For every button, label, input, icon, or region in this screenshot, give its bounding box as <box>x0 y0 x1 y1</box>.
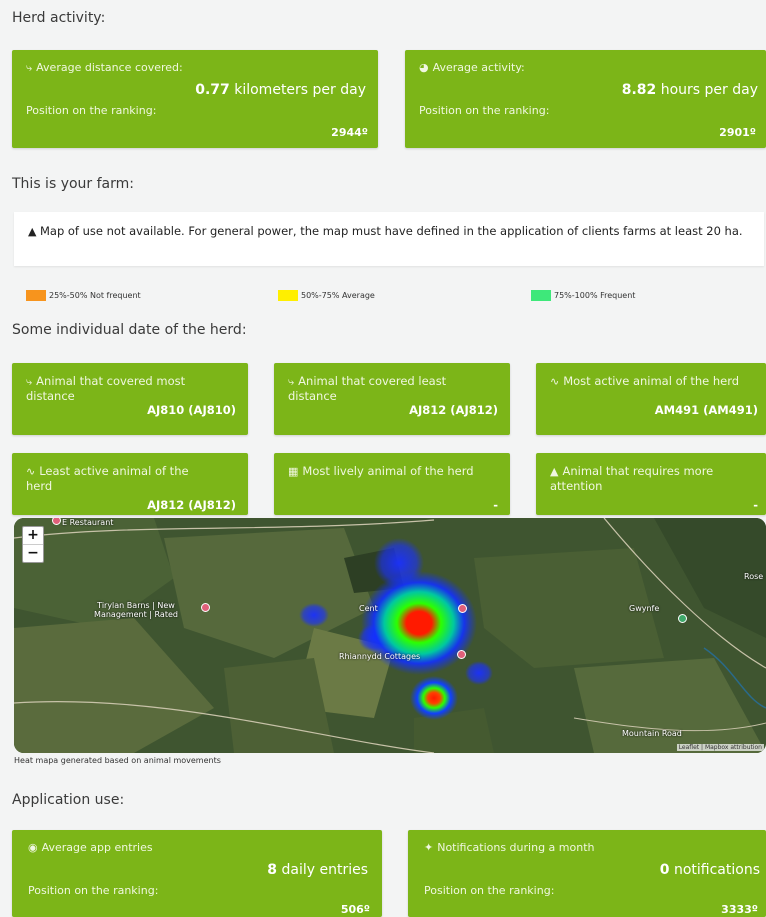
avg-activity-unit: hours per day <box>660 82 758 98</box>
bell-icon: ✦ <box>424 841 434 854</box>
card-title: Animal that covered least distance <box>288 374 447 403</box>
individual-card-most-lively: ▦ Most lively animal of the herd - <box>274 453 510 515</box>
satellite-map-image <box>14 518 766 753</box>
map-pin-icon[interactable] <box>678 614 687 623</box>
distance-icon: ⤷ <box>26 375 33 388</box>
app-entries-card: ◉ Average app entries 8 daily entries Pos… <box>12 830 382 917</box>
card-value: - <box>753 498 758 512</box>
map-label: Rhiannydd Cottages <box>339 652 421 661</box>
map-icon: ▦ <box>288 465 299 478</box>
notifications-ranking-label: Position on the ranking: <box>424 884 555 897</box>
legend-label: 25%-50% Not frequent <box>49 291 141 300</box>
avg-distance-ranking: 2944º <box>331 126 368 139</box>
individual-card-least-distance: ⤷ Animal that covered least distance AJ81… <box>274 363 510 435</box>
avg-activity-ranking-label: Position on the ranking: <box>419 104 550 117</box>
distance-icon: ⤷ <box>26 61 33 74</box>
legend-swatch-yellow <box>278 290 298 301</box>
card-value: AJ812 (AJ812) <box>409 403 498 417</box>
legend-swatch-orange <box>26 290 46 301</box>
card-value: - <box>493 498 498 512</box>
card-title: Animal that requires more attention <box>550 464 714 493</box>
legend-not-frequent: 25%-50% Not frequent <box>26 290 141 301</box>
heat-map-caption: Heat mapa generated based on animal move… <box>14 756 221 765</box>
card-title: Least active animal of the herd <box>26 464 189 493</box>
section-title-farm: This is your farm: <box>12 176 134 192</box>
card-value: AM491 (AM491) <box>654 403 758 417</box>
heat-map[interactable]: + − E Restaurant Tirylan Barns | New Man… <box>14 518 766 753</box>
app-entries-value: 8 <box>267 862 278 878</box>
activity-icon: ∿ <box>550 375 560 388</box>
map-label: Tirylan Barns | New Management | Rated <box>94 601 178 619</box>
notice-text: Map of use not available. For general po… <box>39 224 743 238</box>
avg-distance-card: ⤷ Average distance covered: 0.77 kilomete… <box>12 50 378 148</box>
individual-card-most-distance: ⤷ Animal that covered most distance AJ810… <box>12 363 248 435</box>
map-pin-icon[interactable] <box>201 603 210 612</box>
legend-label: 75%-100% Frequent <box>554 291 636 300</box>
map-label: Cent <box>359 604 378 613</box>
avg-activity-ranking: 2901º <box>719 126 756 139</box>
legend-average: 50%-75% Average <box>278 290 375 301</box>
eye-icon: ◉ <box>28 841 38 854</box>
activity-icon: ∿ <box>26 465 36 478</box>
avg-activity-card: ◕ Average activity: 8.82 hours per day Po… <box>405 50 766 148</box>
zoom-out-button[interactable]: − <box>23 544 43 562</box>
map-label: E Restaurant <box>62 518 114 527</box>
zoom-in-button[interactable]: + <box>23 527 43 544</box>
notifications-unit: notifications <box>673 862 760 878</box>
map-pin-icon[interactable] <box>458 604 467 613</box>
distance-icon: ⤷ <box>288 375 295 388</box>
individual-card-most-active: ∿ Most active animal of the herd AM491 (A… <box>536 363 766 435</box>
section-title-app-use: Application use: <box>12 792 125 808</box>
avg-distance-unit: kilometers per day <box>234 82 366 98</box>
individual-card-requires-attention: ▲ Animal that requires more attention - <box>536 453 766 515</box>
bell-icon: ▲ <box>550 465 559 478</box>
card-title: Most active animal of the herd <box>563 374 740 388</box>
notifications-value: 0 <box>659 862 670 878</box>
app-entries-label: Average app entries <box>41 841 153 854</box>
card-title: Animal that covered most distance <box>26 374 186 403</box>
section-title-individual: Some individual date of the herd: <box>12 322 247 338</box>
card-value: AJ812 (AJ812) <box>147 498 236 512</box>
map-label: Rose <box>744 572 764 581</box>
map-label: Gwynfe <box>629 604 660 613</box>
app-entries-unit: daily entries <box>281 862 368 878</box>
map-zoom-control: + − <box>22 526 44 563</box>
map-label: Mountain Road <box>622 729 682 738</box>
clock-icon: ◕ <box>419 61 429 74</box>
avg-activity-label: Average activity: <box>432 61 525 74</box>
section-title-herd-activity: Herd activity: <box>12 10 106 26</box>
warning-icon: ▲ <box>28 225 40 238</box>
card-value: AJ810 (AJ810) <box>147 403 236 417</box>
avg-distance-ranking-label: Position on the ranking: <box>26 104 157 117</box>
legend-swatch-green <box>531 290 551 301</box>
map-unavailable-notice: ▲ Map of use not available. For general … <box>14 212 764 266</box>
individual-card-least-active: ∿ Least active animal of the herd AJ812 (… <box>12 453 248 515</box>
avg-activity-value: 8.82 <box>621 82 657 98</box>
avg-distance-value: 0.77 <box>195 82 230 98</box>
map-pin-icon[interactable] <box>457 650 466 659</box>
app-entries-ranking-label: Position on the ranking: <box>28 884 159 897</box>
avg-distance-label: Average distance covered: <box>36 61 183 74</box>
notifications-ranking: 3333º <box>721 903 758 916</box>
app-entries-ranking: 506º <box>340 903 370 916</box>
notifications-card: ✦ Notifications during a month 0 notifica… <box>408 830 766 917</box>
notifications-label: Notifications during a month <box>437 841 595 854</box>
card-title: Most lively animal of the herd <box>302 464 474 478</box>
legend-label: 50%-75% Average <box>301 291 375 300</box>
legend-frequent: 75%-100% Frequent <box>531 290 635 301</box>
map-attribution[interactable]: Leaflet | Mapbox attribution <box>676 744 764 751</box>
